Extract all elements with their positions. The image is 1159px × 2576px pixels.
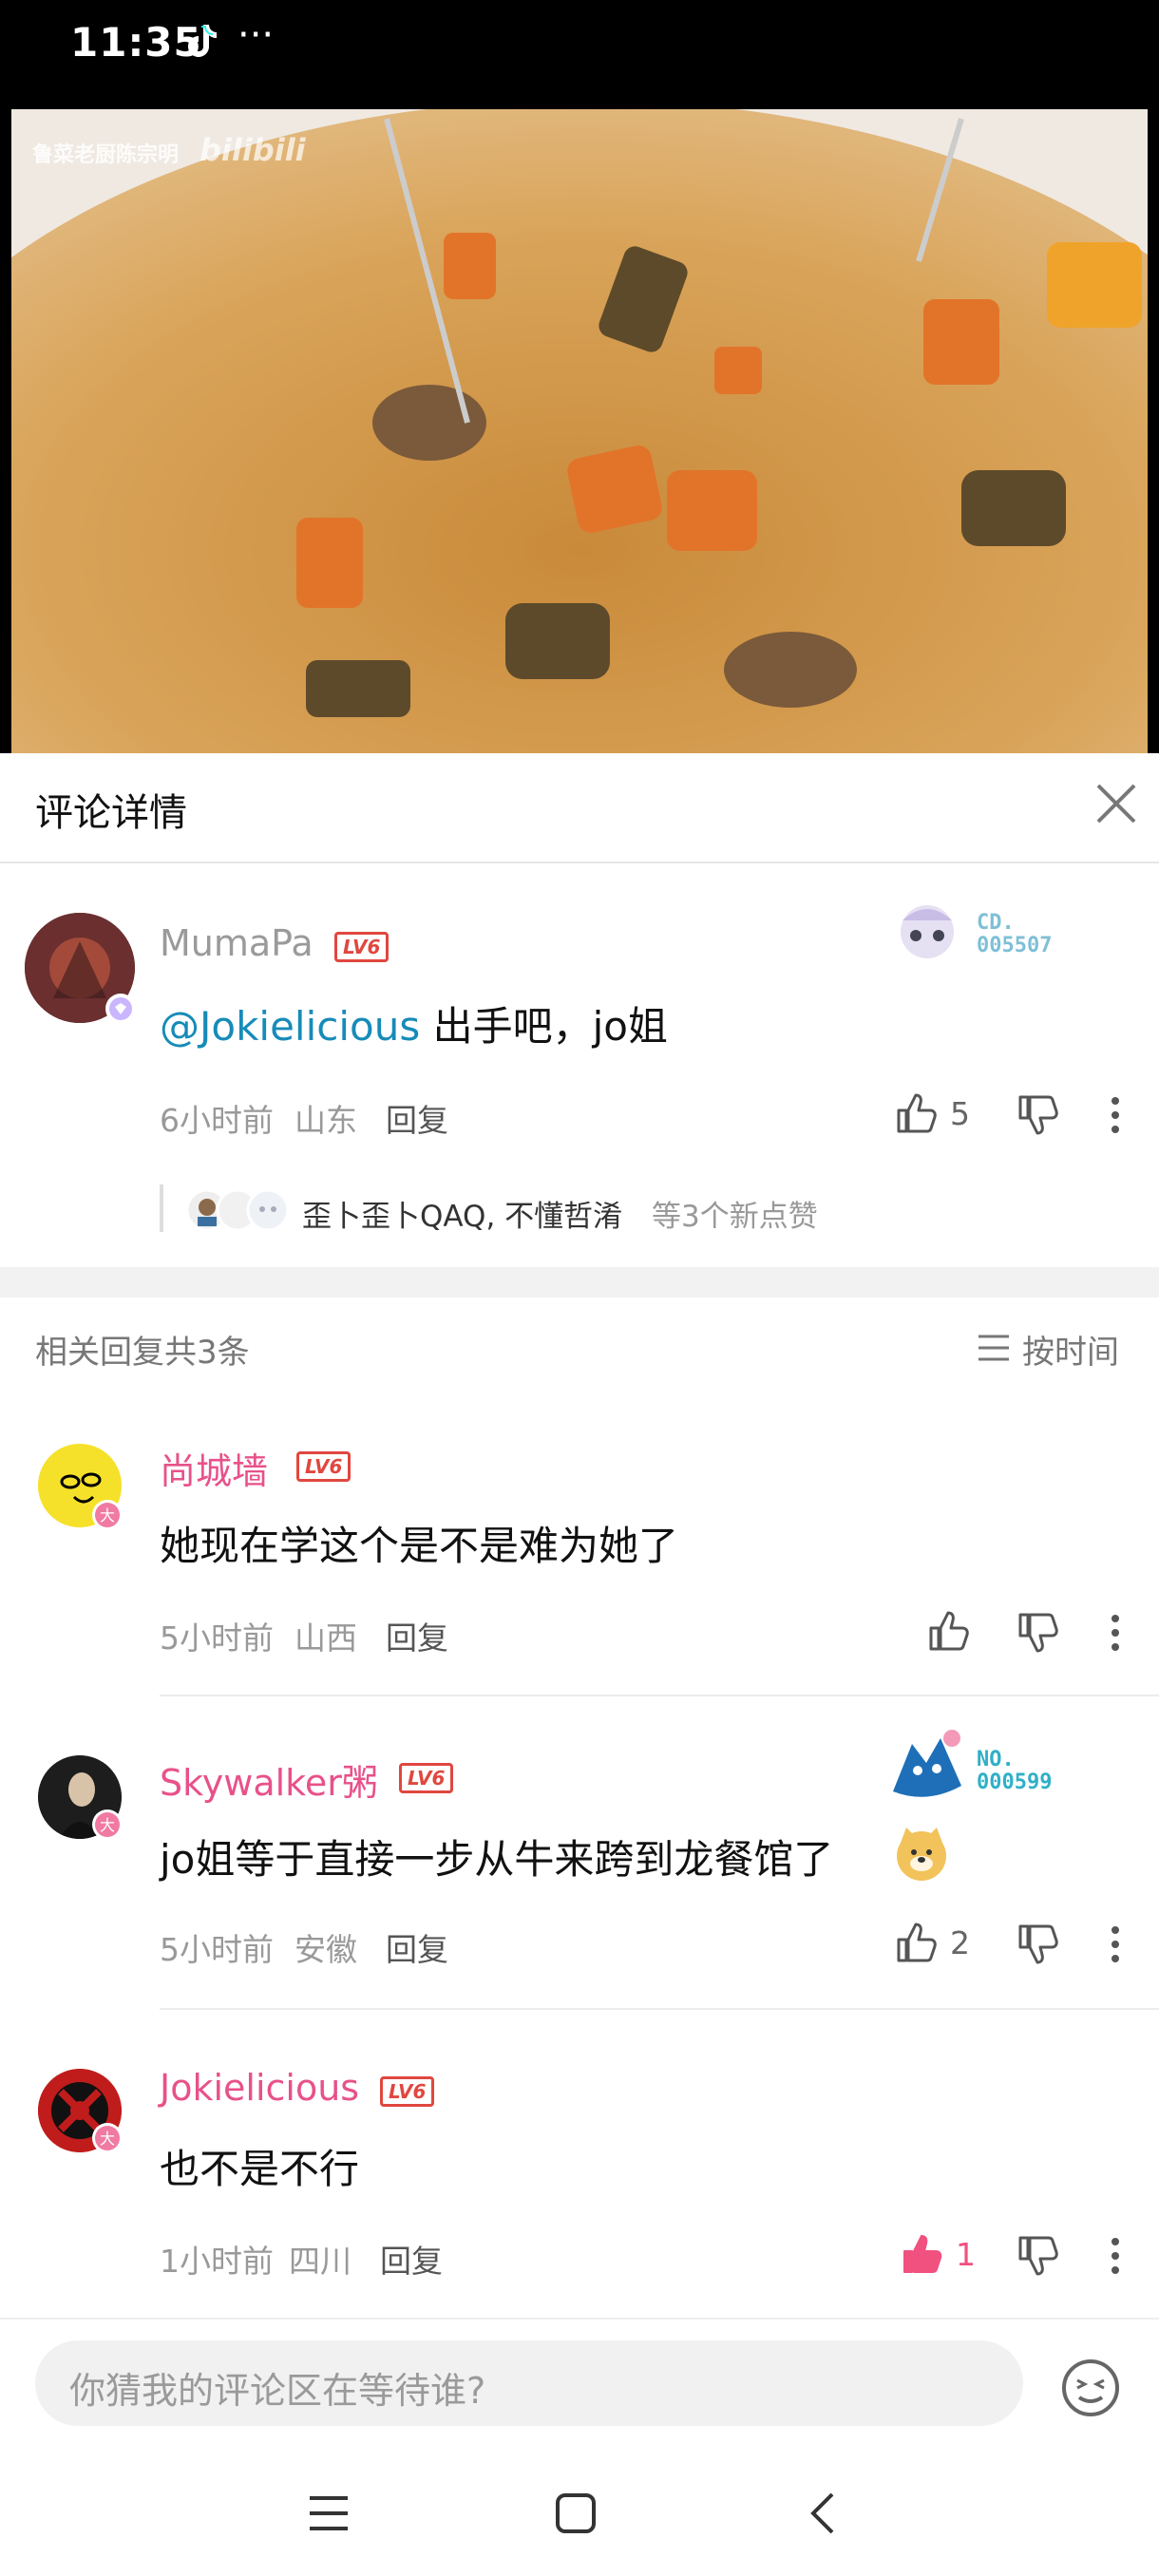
reply-button[interactable]: 回复 xyxy=(386,1924,448,1970)
status-time: 11:35 xyxy=(70,19,202,66)
likers-divider xyxy=(160,1184,163,1232)
liked-icon[interactable] xyxy=(901,2232,944,2276)
video-watermark-text: 鲁菜老厨陈宗明 xyxy=(32,143,180,167)
fan-badge-number: 005507 xyxy=(977,934,1053,957)
bilibili-logo: bilibili xyxy=(200,132,306,168)
comment-time: 6小时前 xyxy=(160,1102,274,1139)
reply-button[interactable]: 回复 xyxy=(380,2236,443,2282)
status-more-icon: ··· xyxy=(238,13,275,57)
tiktok-icon xyxy=(188,25,217,57)
sort-list-icon[interactable] xyxy=(977,1332,1011,1364)
reply-username[interactable]: 尚城墙 xyxy=(160,1442,268,1494)
reply-text: 也不是不行 xyxy=(160,2146,360,2192)
doge-emoji-icon xyxy=(897,1828,946,1881)
likers-suffix: 等3个新点赞 xyxy=(652,1200,818,1234)
reply-button[interactable]: 回复 xyxy=(386,1095,448,1141)
reply-item: 大 Skywalker粥 LV6 NO. 000599 jo姐等于直接一步从牛来… xyxy=(0,1696,1159,2010)
level-badge: LV6 xyxy=(334,932,390,962)
reply-location: 四川 xyxy=(289,2243,352,2280)
reply-text: jo姐等于直接一步从牛来跨到龙餐馆了 xyxy=(160,1836,834,1883)
home-icon[interactable] xyxy=(555,2492,597,2534)
svg-text:大: 大 xyxy=(100,1506,115,1525)
reply-time: 5小时前 xyxy=(160,1931,274,1968)
status-bar: 11:35 ··· xyxy=(0,0,1159,109)
comment-text: 出手吧，jo姐 xyxy=(420,1003,668,1050)
video-player[interactable]: 鲁菜老厨陈宗明 bilibili xyxy=(0,109,1159,753)
comment-username[interactable]: MumaPa xyxy=(160,922,314,964)
system-nav-bar xyxy=(0,2441,1159,2576)
like-count: 2 xyxy=(950,1924,970,1961)
dislike-icon[interactable] xyxy=(1016,1093,1060,1137)
like-count: 1 xyxy=(956,2236,976,2273)
fan-badge-label: NO. xyxy=(977,1748,1015,1771)
dislike-icon[interactable] xyxy=(1016,1611,1060,1655)
level-badge: LV6 xyxy=(380,2076,435,2107)
sort-button[interactable]: 按时间 xyxy=(1022,1326,1119,1373)
like-count: 5 xyxy=(950,1095,970,1132)
like-icon[interactable] xyxy=(895,1091,939,1135)
verified-badge-icon xyxy=(105,994,136,1024)
vip-badge-icon: 大 xyxy=(92,1500,123,1530)
video-frame-food-image xyxy=(11,109,1148,753)
page-title: 评论详情 xyxy=(35,791,187,835)
vip-badge-icon: 大 xyxy=(92,2123,123,2153)
comment-location: 山东 xyxy=(294,1102,357,1139)
svg-text:大: 大 xyxy=(100,2130,115,2148)
reply-location: 山西 xyxy=(294,1619,357,1657)
comment-detail-header: 评论详情 xyxy=(0,753,1159,863)
reply-text: 她现在学这个是不是难为她了 xyxy=(160,1523,679,1569)
fan-badge-label: CD. xyxy=(977,911,1015,935)
replies-header: 相关回复共3条 按时间 xyxy=(0,1297,1159,1402)
comment-input-placeholder: 你猜我的评论区在等待谁? xyxy=(69,2370,486,2412)
reply-username[interactable]: Jokielicious xyxy=(160,2067,359,2109)
close-icon[interactable] xyxy=(1092,780,1140,827)
fan-badge-number: 000599 xyxy=(977,1771,1053,1794)
likers-avatars[interactable] xyxy=(186,1188,293,1232)
main-comment: MumaPa LV6 CD. 005507 @Jokielicious 出手吧，… xyxy=(0,862,1159,1267)
emoji-icon[interactable] xyxy=(1060,2358,1121,2418)
section-separator xyxy=(0,1267,1159,1297)
replies-count: 相关回复共3条 xyxy=(35,1334,250,1372)
like-icon[interactable] xyxy=(927,1609,971,1653)
level-badge: LV6 xyxy=(296,1451,352,1482)
reply-button[interactable]: 回复 xyxy=(386,1613,448,1658)
recent-apps-icon[interactable] xyxy=(308,2494,350,2532)
reply-time: 5小时前 xyxy=(160,1619,274,1657)
reply-time: 1小时前 xyxy=(160,2243,274,2280)
comment-input[interactable]: 你猜我的评论区在等待谁? xyxy=(35,2340,1023,2426)
comment-content: @Jokielicious 出手吧，jo姐 xyxy=(160,994,668,1052)
fan-badge-mascot-icon xyxy=(893,1730,961,1797)
fan-badge-avatar-icon xyxy=(901,905,954,958)
more-options-icon[interactable] xyxy=(1104,1611,1127,1655)
dislike-icon[interactable] xyxy=(1016,1923,1060,1966)
svg-text:大: 大 xyxy=(100,1816,115,1834)
reply-item: 大 尚城墙 LV6 她现在学这个是不是难为她了 5小时前 山西 回复 xyxy=(0,1402,1159,1696)
reply-location: 安徽 xyxy=(294,1931,357,1968)
reply-username[interactable]: Skywalker粥 xyxy=(160,1753,378,1806)
reply-item: 大 Jokielicious LV6 也不是不行 1小时前 四川 回复 1 xyxy=(0,2010,1159,2318)
more-options-icon[interactable] xyxy=(1104,1923,1127,1966)
more-options-icon[interactable] xyxy=(1104,2234,1127,2278)
level-badge: LV6 xyxy=(399,1763,454,1793)
more-options-icon[interactable] xyxy=(1104,1093,1127,1137)
dislike-icon[interactable] xyxy=(1016,2234,1060,2278)
comment-input-bar: 你猜我的评论区在等待谁? xyxy=(0,2318,1159,2443)
mention-link[interactable]: @Jokielicious xyxy=(160,1003,420,1050)
likers-names[interactable]: 歪卜歪卜QAQ, 不懂哲淆 xyxy=(302,1192,622,1235)
back-icon[interactable] xyxy=(808,2491,836,2536)
vip-badge-icon: 大 xyxy=(92,1809,123,1840)
like-icon[interactable] xyxy=(895,1921,939,1964)
